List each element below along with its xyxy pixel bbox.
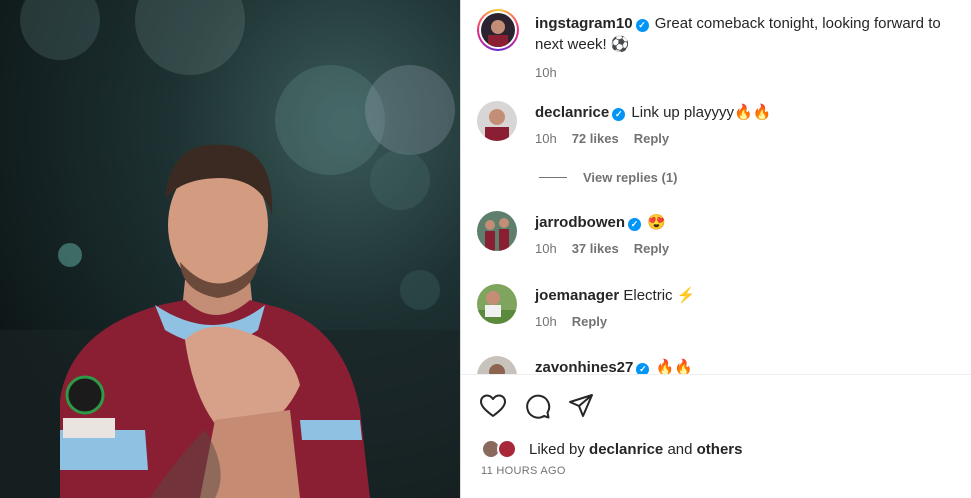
comment-likes[interactable]: 72 likes xyxy=(572,131,619,146)
comment-time: 10h xyxy=(535,131,557,146)
view-replies-label: View replies (1) xyxy=(583,170,678,185)
comment-text: Link up playyyy🔥🔥 xyxy=(631,104,772,121)
action-bar: Liked by declanrice and others 11 HOURS … xyxy=(461,374,971,498)
comment-time: 10h xyxy=(535,314,557,329)
post-photo xyxy=(0,0,460,498)
avatar[interactable] xyxy=(477,211,517,251)
avatar[interactable] xyxy=(477,356,517,374)
liked-by-avatars[interactable] xyxy=(481,437,525,461)
replies-line xyxy=(539,177,567,178)
reply-button[interactable]: Reply xyxy=(572,314,607,329)
story-ring[interactable] xyxy=(477,9,519,51)
verified-badge-icon: ✓ xyxy=(636,363,650,374)
comment-text: 🔥🔥 xyxy=(655,359,693,374)
heart-icon[interactable] xyxy=(479,392,507,420)
comment-username[interactable]: jarrodbowen xyxy=(535,214,625,231)
comment-likes[interactable]: 37 likes xyxy=(572,241,619,256)
verified-badge-icon: ✓ xyxy=(612,108,626,121)
comment-time: 10h xyxy=(535,241,557,256)
reply-button[interactable]: Reply xyxy=(634,131,669,146)
comment-username[interactable]: zavonhines27 xyxy=(535,359,633,374)
post-timestamp[interactable]: 11 HOURS AGO xyxy=(481,465,566,477)
comment-text: Electric ⚡ xyxy=(623,287,696,304)
comment-text: 😍 xyxy=(647,214,666,231)
comment-icon[interactable] xyxy=(523,392,551,420)
liked-by-and: and xyxy=(667,440,693,458)
caption-time: 10h xyxy=(535,65,557,80)
liked-by-prefix: Liked by xyxy=(529,440,585,458)
comments-list[interactable]: ingstagram10 ✓ Great comeback tonight, lo… xyxy=(461,0,971,374)
liked-by: Liked by declanrice and others xyxy=(481,437,742,461)
share-icon[interactable] xyxy=(567,392,595,420)
verified-badge-icon: ✓ xyxy=(635,19,649,32)
avatar[interactable] xyxy=(477,101,517,141)
reply-button[interactable]: Reply xyxy=(634,241,669,256)
liked-by-user[interactable]: declanrice xyxy=(589,441,663,458)
view-replies-button[interactable]: View replies (1) xyxy=(539,170,677,185)
comments-panel: ingstagram10 ✓ Great comeback tonight, lo… xyxy=(461,0,971,498)
verified-badge-icon: ✓ xyxy=(628,218,642,231)
liked-by-others[interactable]: others xyxy=(697,441,743,458)
avatar[interactable] xyxy=(477,284,517,324)
avatar[interactable] xyxy=(481,13,515,47)
comment-username[interactable]: joemanager xyxy=(535,287,619,304)
comment-username[interactable]: declanrice xyxy=(535,104,609,121)
caption-username[interactable]: ingstagram10 xyxy=(535,15,633,32)
